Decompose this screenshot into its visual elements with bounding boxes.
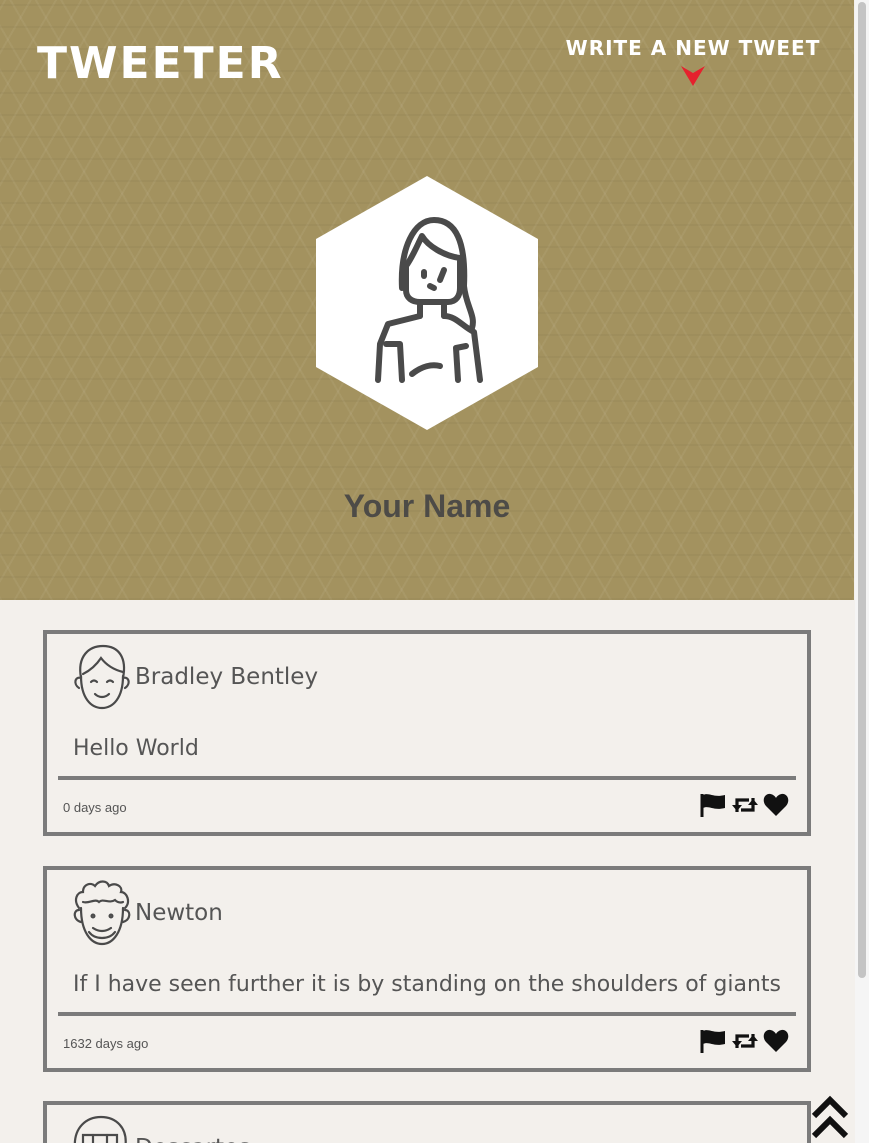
tweet-actions <box>699 1028 789 1059</box>
man-avatar-icon <box>73 1115 127 1143</box>
tweet-username[interactable]: Newton <box>135 900 223 926</box>
flag-icon[interactable] <box>699 792 727 823</box>
curly-hair-avatar-icon <box>73 880 131 946</box>
write-new-tweet-label: WRITE A NEW TWEET <box>565 36 821 60</box>
tweet-header: Descartes <box>69 1115 250 1143</box>
retweet-icon[interactable] <box>731 794 759 821</box>
heart-icon[interactable] <box>763 793 789 822</box>
arrow-down-icon <box>681 66 705 86</box>
scrollbar-thumb[interactable] <box>858 2 866 978</box>
write-new-tweet-button[interactable]: WRITE A NEW TWEET <box>565 36 821 92</box>
tweet-username[interactable]: Bradley Bentley <box>135 664 318 690</box>
retweet-icon[interactable] <box>731 1030 759 1057</box>
double-chevron-up-icon[interactable] <box>810 1094 850 1140</box>
tweet-username[interactable]: Descartes <box>135 1135 250 1143</box>
tweet-divider <box>58 776 796 780</box>
tweet-header: Newton <box>69 880 223 946</box>
tweet-card: Bradley Bentley Hello World 0 days ago <box>43 630 811 836</box>
flag-icon[interactable] <box>699 1028 727 1059</box>
tweet-text: If I have seen further it is by standing… <box>73 972 781 997</box>
tweet-timestamp: 1632 days ago <box>63 1036 149 1051</box>
tweet-actions <box>699 792 789 823</box>
brand-logo: TWEETER <box>37 38 284 89</box>
tweet-timestamp: 0 days ago <box>63 800 127 815</box>
tweet-header: Bradley Bentley <box>69 644 318 710</box>
page-header: TWEETER WRITE A NEW TWEET Your Name <box>0 0 854 600</box>
profile-name: Your Name <box>343 488 511 524</box>
man-smiling-avatar-icon <box>74 644 130 710</box>
scrollbar[interactable] <box>855 0 869 1143</box>
tweet-text: Hello World <box>73 736 199 761</box>
tweet-divider <box>58 1012 796 1016</box>
tweet-card: Descartes <box>43 1101 811 1143</box>
woman-avatar-icon <box>316 176 538 430</box>
tweet-card: Newton If I have seen further it is by s… <box>43 866 811 1072</box>
heart-icon[interactable] <box>763 1029 789 1058</box>
